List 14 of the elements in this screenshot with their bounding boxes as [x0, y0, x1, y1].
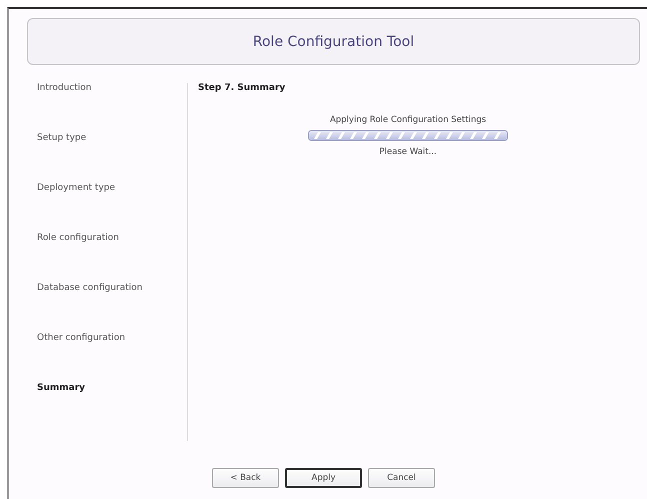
- wait-message: Please Wait...: [379, 147, 437, 157]
- step-item: Deployment type: [37, 183, 116, 195]
- step-item: Other configuration: [37, 333, 126, 345]
- wizard-button[interactable]: Apply: [285, 468, 362, 488]
- wizard-button[interactable]: Cancel: [368, 468, 435, 488]
- status-text: Applying Role Configuration Settings: [330, 115, 486, 125]
- step-item: Summary: [37, 383, 86, 395]
- step-item: Database configuration: [37, 283, 144, 295]
- step-item: Role configuration: [37, 233, 120, 245]
- window-title: Role Configuration Tool: [252, 34, 414, 50]
- step-heading: Step 7. Summary: [198, 83, 286, 93]
- step-item: Setup type: [37, 133, 88, 145]
- step-item: Introduction: [37, 83, 93, 95]
- wizard-button[interactable]: < Back: [212, 468, 279, 488]
